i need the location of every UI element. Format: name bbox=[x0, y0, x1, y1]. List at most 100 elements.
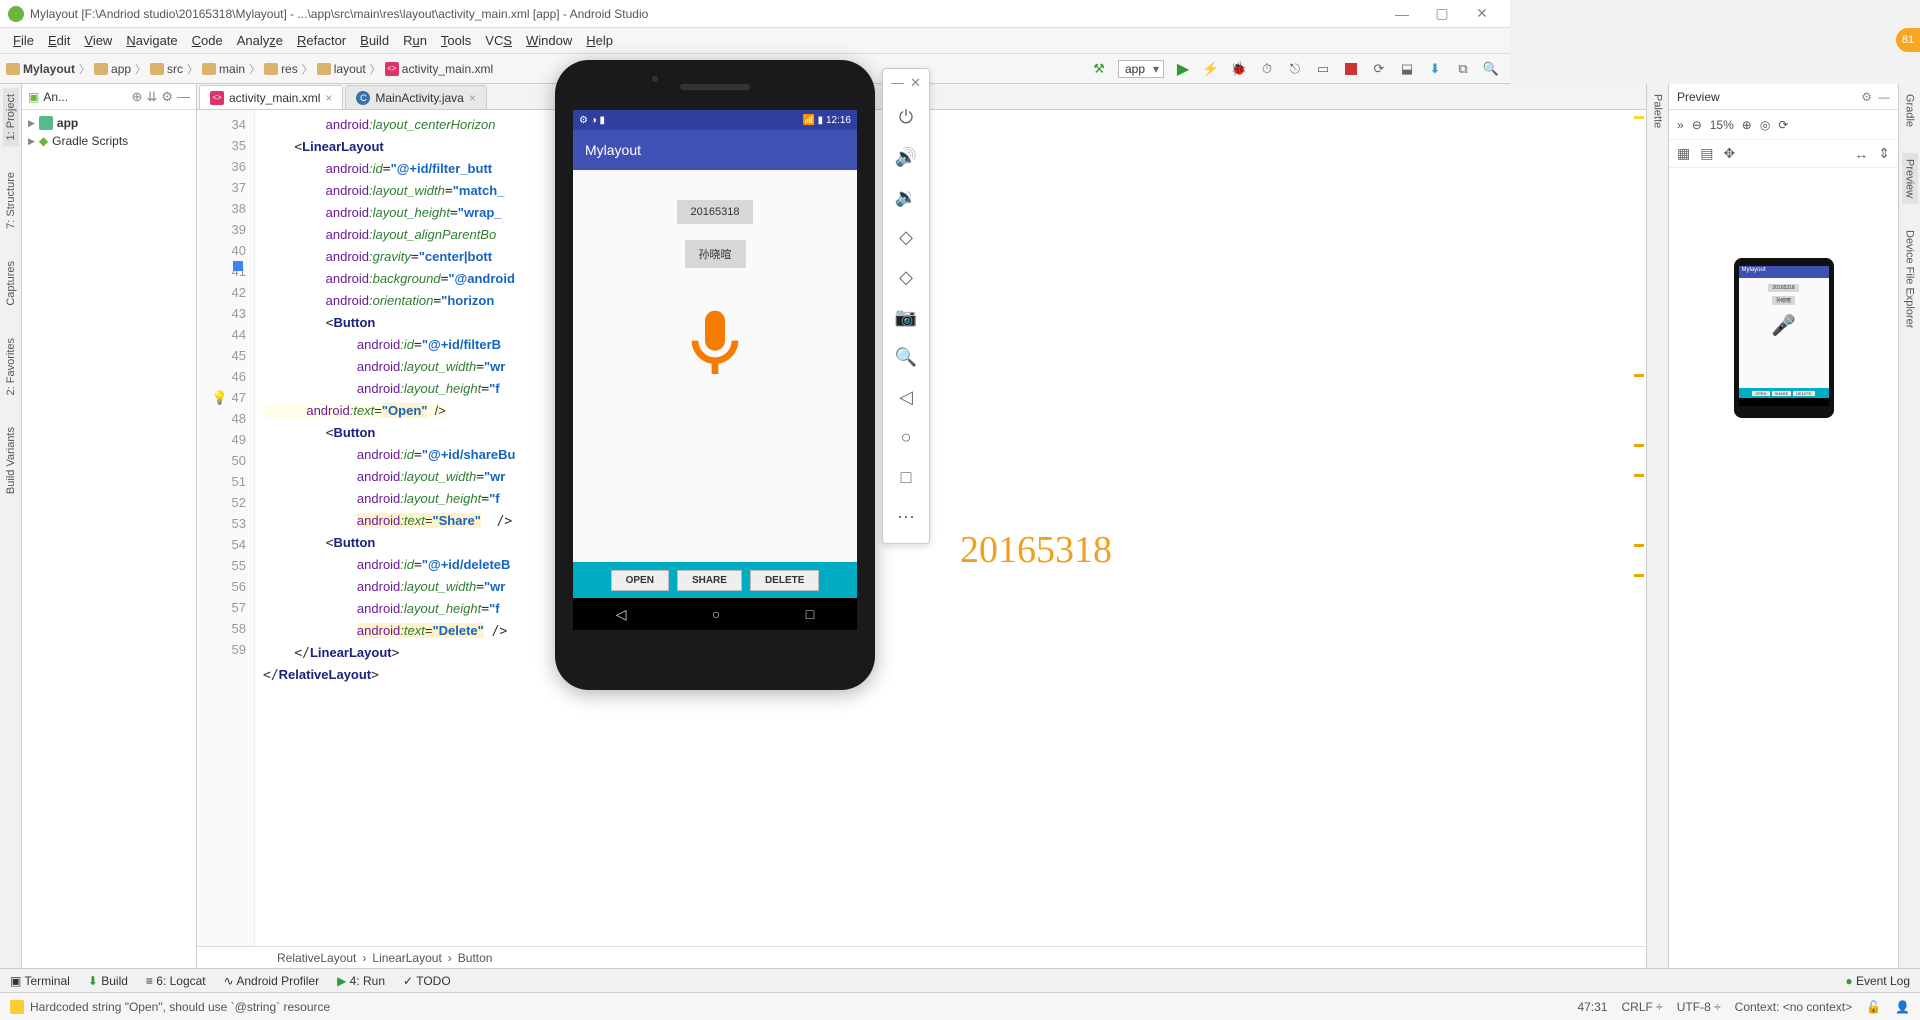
layout-icon[interactable]: ⧉ bbox=[1454, 60, 1472, 78]
debug-icon[interactable]: 🐞 bbox=[1230, 60, 1248, 78]
tree-gradle[interactable]: ▶◆Gradle Scripts bbox=[28, 132, 190, 150]
chevron-right-icon[interactable]: » bbox=[1677, 118, 1684, 132]
close-tab-icon[interactable]: × bbox=[469, 91, 476, 105]
sdk-icon[interactable]: ⬓ bbox=[1398, 60, 1416, 78]
stop-icon[interactable] bbox=[1342, 60, 1360, 78]
menu-tools[interactable]: Tools bbox=[434, 33, 478, 48]
search-icon[interactable]: 🔍 bbox=[1482, 60, 1500, 78]
bc-app[interactable]: app bbox=[94, 62, 131, 76]
pan-icon[interactable]: ✥ bbox=[1723, 145, 1735, 162]
emu-button-2[interactable]: 孙晓暄 bbox=[685, 240, 746, 268]
expand-v-icon[interactable]: ⇕ bbox=[1878, 145, 1890, 162]
tab-device-explorer[interactable]: Device File Explorer bbox=[1902, 224, 1918, 334]
more-icon[interactable]: ⋯ bbox=[883, 497, 929, 537]
tab-project[interactable]: 1: Project bbox=[3, 88, 19, 146]
volume-up-icon[interactable]: 🔊 bbox=[883, 137, 929, 177]
tab-xml[interactable]: <>activity_main.xml× bbox=[199, 85, 343, 109]
tab-build-variants[interactable]: Build Variants bbox=[3, 421, 19, 500]
tool-terminal[interactable]: ▣ Terminal bbox=[10, 974, 70, 988]
nav-recent-icon[interactable]: □ bbox=[806, 606, 814, 622]
target-icon[interactable]: ⊕ bbox=[132, 89, 143, 105]
emu-close-icon[interactable]: ✕ bbox=[910, 75, 921, 97]
marker-icon[interactable] bbox=[233, 261, 243, 271]
hector-icon[interactable]: 👤 bbox=[1895, 1000, 1910, 1014]
nav-back-icon[interactable]: ◁ bbox=[616, 606, 627, 623]
emu-minimize-icon[interactable]: — bbox=[891, 75, 904, 97]
gear-icon[interactable]: ⚙ bbox=[1861, 90, 1872, 104]
bc-main[interactable]: main bbox=[202, 62, 245, 76]
close-tab-icon[interactable]: × bbox=[325, 91, 332, 105]
bulb-icon[interactable]: 💡 bbox=[212, 390, 228, 405]
menu-navigate[interactable]: Navigate bbox=[119, 33, 184, 48]
tool-profiler[interactable]: ∿ Android Profiler bbox=[224, 974, 319, 988]
crumb[interactable]: RelativeLayout bbox=[277, 951, 356, 965]
power-icon[interactable]: ⏻ bbox=[883, 97, 929, 137]
zoom-out-icon[interactable]: ⊖ bbox=[1692, 118, 1702, 132]
crumb[interactable]: LinearLayout bbox=[372, 951, 441, 965]
attach-icon[interactable]: ⎋ bbox=[1286, 60, 1304, 78]
emu-button-1[interactable]: 20165318 bbox=[677, 200, 754, 224]
zoom-in-icon[interactable]: ⊕ bbox=[1742, 118, 1752, 132]
overview-icon[interactable]: □ bbox=[883, 457, 929, 497]
menu-vcs[interactable]: VCS bbox=[478, 33, 519, 48]
rotate-right-icon[interactable]: ◇ bbox=[883, 257, 929, 297]
dl-icon[interactable]: ⬇ bbox=[1426, 60, 1444, 78]
apply-changes-icon[interactable]: ⚡ bbox=[1202, 60, 1220, 78]
camera-icon[interactable]: 📷 bbox=[883, 297, 929, 337]
line-ending[interactable]: CRLF ÷ bbox=[1621, 1000, 1662, 1014]
context[interactable]: Context: <no context> bbox=[1735, 1000, 1852, 1014]
tab-structure[interactable]: 7: Structure bbox=[3, 166, 19, 235]
sync-icon[interactable]: ⟳ bbox=[1370, 60, 1388, 78]
tool-logcat[interactable]: ≡ 6: Logcat bbox=[146, 974, 206, 988]
menu-window[interactable]: Window bbox=[519, 33, 579, 48]
profile-icon[interactable]: ⏱ bbox=[1258, 60, 1276, 78]
gear-icon[interactable]: ⚙ bbox=[161, 89, 173, 105]
avd-icon[interactable]: ▭ bbox=[1314, 60, 1332, 78]
emu-share[interactable]: SHARE bbox=[677, 570, 742, 591]
minimize-button[interactable]: — bbox=[1382, 6, 1422, 22]
tab-palette[interactable]: Palette bbox=[1650, 88, 1666, 134]
crumb[interactable]: Button bbox=[458, 951, 493, 965]
rotate-left-icon[interactable]: ◇ bbox=[883, 217, 929, 257]
tool-build[interactable]: ⬇ Build bbox=[88, 974, 128, 988]
menu-analyze[interactable]: Analyze bbox=[230, 33, 290, 48]
menu-build[interactable]: Build bbox=[353, 33, 396, 48]
encoding[interactable]: UTF-8 ÷ bbox=[1677, 1000, 1721, 1014]
design-icon[interactable]: ▤ bbox=[1700, 145, 1713, 162]
menu-help[interactable]: Help bbox=[579, 33, 620, 48]
tool-run[interactable]: ▶ 4: Run bbox=[337, 974, 385, 988]
tree-app[interactable]: ▶app bbox=[28, 114, 190, 132]
tab-preview[interactable]: Preview bbox=[1902, 153, 1918, 204]
tool-eventlog[interactable]: ● Event Log bbox=[1845, 974, 1910, 988]
lock-icon[interactable]: 🔓 bbox=[1866, 1000, 1881, 1014]
user-avatar[interactable]: 81 bbox=[1896, 28, 1920, 52]
tab-java[interactable]: CMainActivity.java× bbox=[345, 85, 487, 109]
refresh-icon[interactable]: ⟳ bbox=[1778, 118, 1788, 132]
preview-device[interactable]: Mylayout 20165318 孙晓暄 🎤 OPENSHAREDELETE bbox=[1734, 258, 1834, 418]
volume-down-icon[interactable]: 🔉 bbox=[883, 177, 929, 217]
emu-delete[interactable]: DELETE bbox=[750, 570, 819, 591]
bc-src[interactable]: src bbox=[150, 62, 183, 76]
home-icon[interactable]: ○ bbox=[883, 417, 929, 457]
menu-refactor[interactable]: Refactor bbox=[290, 33, 353, 48]
menu-view[interactable]: View bbox=[77, 33, 119, 48]
blueprint-icon[interactable]: ▦ bbox=[1677, 145, 1690, 162]
run-icon[interactable]: ▶ bbox=[1174, 60, 1192, 78]
bc-res[interactable]: res bbox=[264, 62, 298, 76]
close-button[interactable]: ✕ bbox=[1462, 5, 1502, 22]
menu-code[interactable]: Code bbox=[185, 33, 230, 48]
zoom-icon[interactable]: 🔍 bbox=[883, 337, 929, 377]
bc-file[interactable]: <>activity_main.xml bbox=[385, 62, 493, 76]
expand-h-icon[interactable]: ↔ bbox=[1854, 146, 1868, 162]
bc-project[interactable]: Mylayout bbox=[6, 62, 75, 76]
fit-icon[interactable]: ◎ bbox=[1760, 118, 1770, 132]
project-view-label[interactable]: An... bbox=[43, 90, 68, 104]
error-stripe[interactable] bbox=[1634, 114, 1644, 942]
tab-gradle[interactable]: Gradle bbox=[1902, 88, 1918, 133]
menu-file[interactable]: File bbox=[6, 33, 41, 48]
menu-edit[interactable]: Edit bbox=[41, 33, 77, 48]
emu-open[interactable]: OPEN bbox=[611, 570, 669, 591]
tab-favorites[interactable]: 2: Favorites bbox=[3, 332, 19, 401]
hide-icon[interactable]: — bbox=[1878, 90, 1890, 104]
tool-todo[interactable]: ✓ TODO bbox=[403, 974, 451, 988]
